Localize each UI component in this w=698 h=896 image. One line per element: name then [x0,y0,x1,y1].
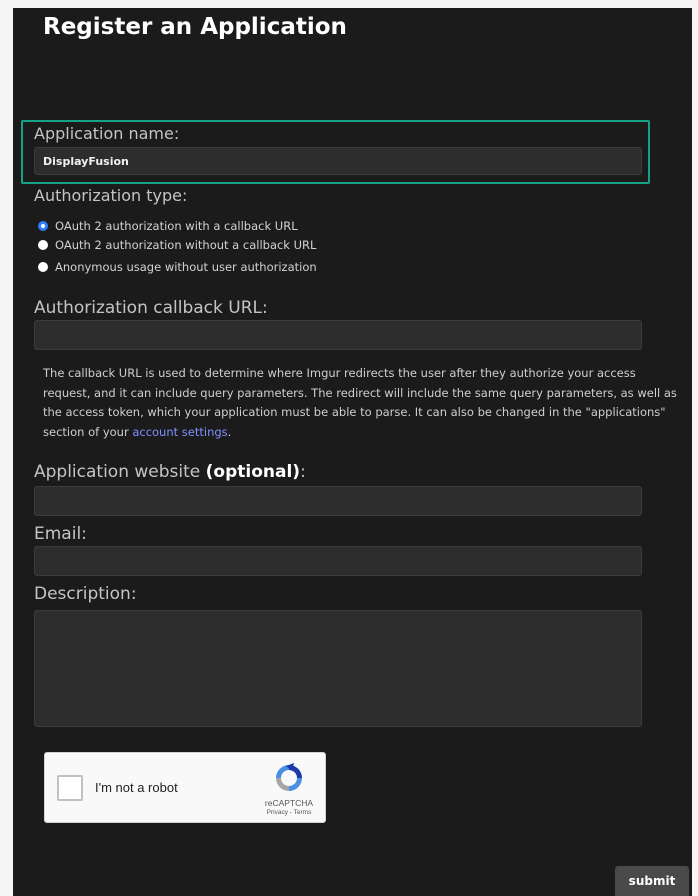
radio-selected-icon[interactable] [38,221,48,231]
account-settings-link[interactable]: account settings [132,425,227,439]
window-frame-right [692,0,698,896]
application-name-label: Application name: [34,124,180,143]
callback-help-end: . [227,424,232,439]
recaptcha-widget: I'm not a robot reCAPTCHA Privacy - Term… [44,752,326,823]
recaptcha-checkbox[interactable] [57,775,83,801]
callback-url-label: Authorization callback URL: [34,298,268,318]
application-name-input[interactable] [34,147,642,175]
recaptcha-label: I'm not a robot [95,780,178,795]
radio-anonymous[interactable]: Anonymous usage without user authorizati… [38,259,317,275]
optional-tag: (optional) [205,462,301,482]
window-frame-left [0,0,13,896]
radio-anonymous-label: Anonymous usage without user authorizati… [55,260,317,274]
email-label: Email: [34,524,87,544]
description-textarea[interactable] [34,610,642,727]
submit-button[interactable]: submit [615,866,689,896]
window-frame-top [0,0,698,8]
authorization-type-label: Authorization type: [34,186,188,205]
recaptcha-privacy-terms[interactable]: Privacy - Terms [257,809,321,816]
radio-oauth-callback[interactable]: OAuth 2 authorization with a callback UR… [38,218,298,234]
page-title: Register an Application [43,14,347,40]
radio-unselected-icon[interactable] [38,262,48,272]
application-website-label-text: Application website [34,462,206,482]
description-label: Description: [34,584,137,604]
radio-unselected-icon[interactable] [38,240,48,250]
recaptcha-brand: reCAPTCHA [264,798,314,808]
radio-oauth-no-callback-label: OAuth 2 authorization without a callback… [55,238,317,252]
email-input[interactable] [34,546,642,576]
application-website-label: Application website (optional): [34,462,306,482]
radio-oauth-callback-label: OAuth 2 authorization with a callback UR… [55,219,298,233]
callback-url-input[interactable] [34,320,642,350]
radio-oauth-no-callback[interactable]: OAuth 2 authorization without a callback… [38,237,316,253]
application-website-input[interactable] [34,486,642,516]
application-website-label-colon: : [300,462,306,482]
recaptcha-logo-icon [276,763,302,791]
callback-help-text: The callback URL is used to determine wh… [43,364,683,442]
